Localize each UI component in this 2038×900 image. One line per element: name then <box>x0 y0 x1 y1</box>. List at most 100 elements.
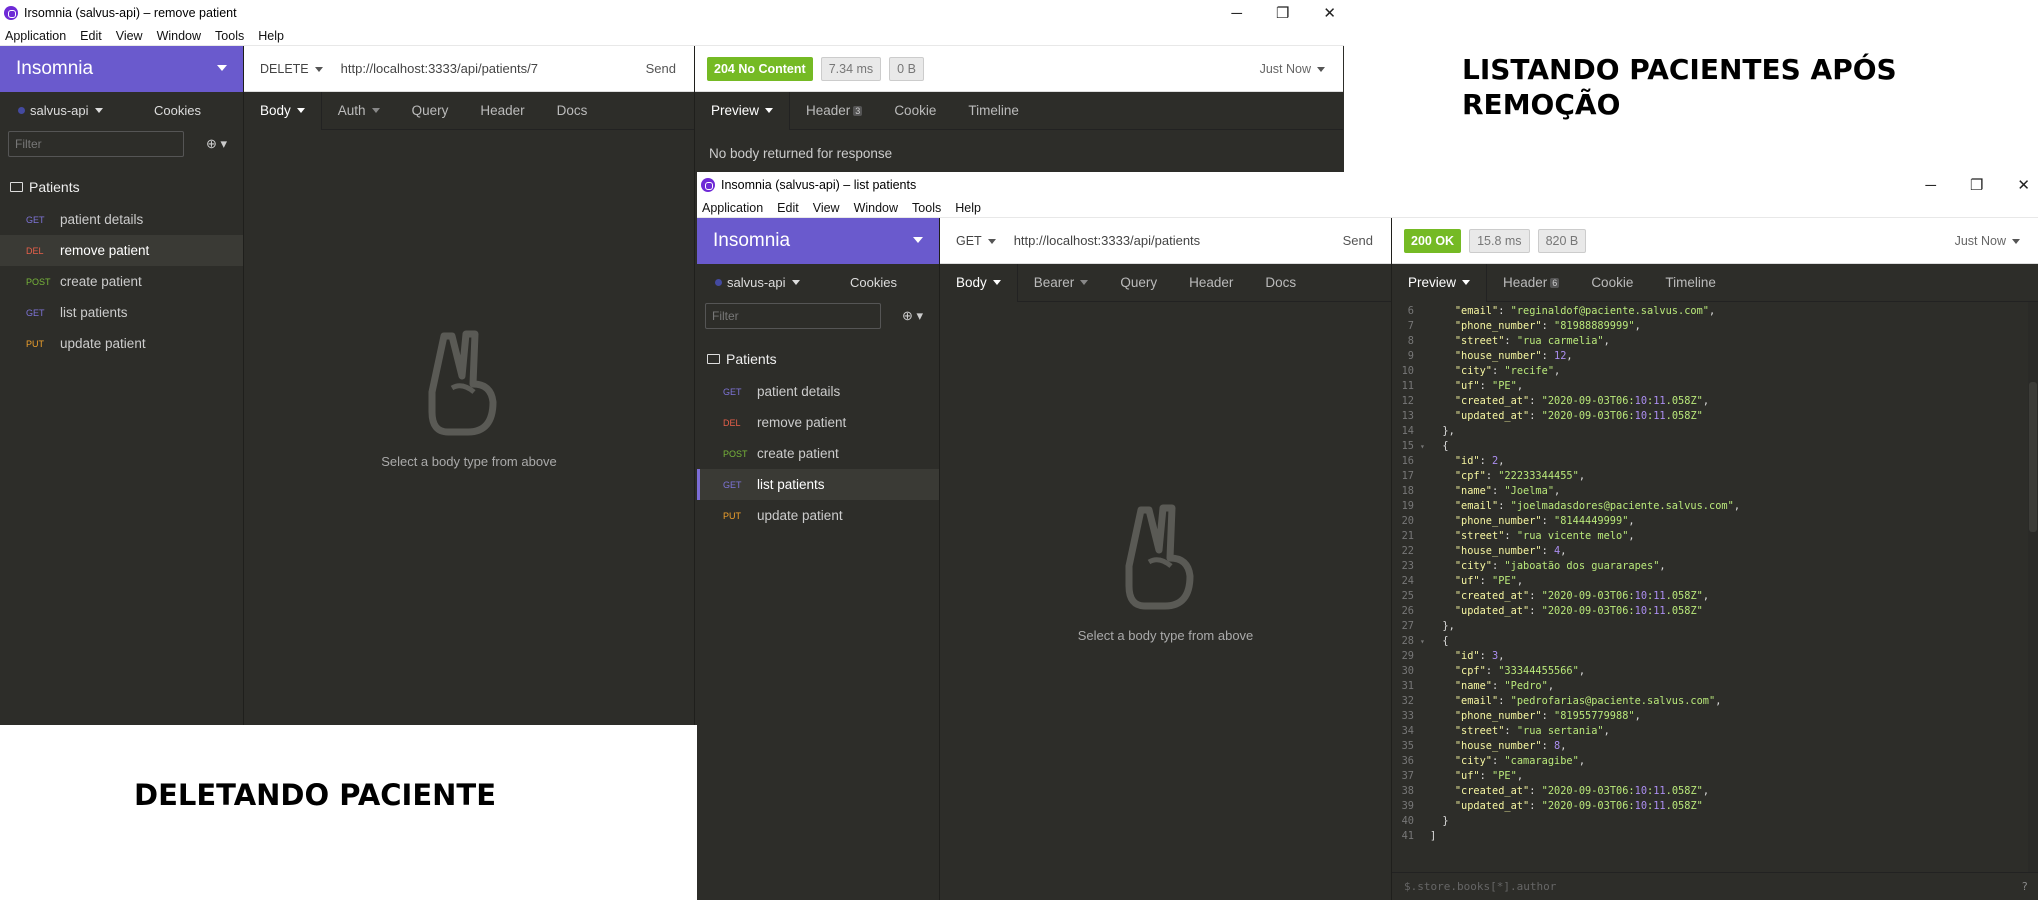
close-icon[interactable]: ✕ <box>2017 176 2030 194</box>
minimize-icon[interactable]: ─ <box>1925 177 1936 194</box>
folder-patients[interactable]: Patients <box>697 342 939 376</box>
json-query-input[interactable]: $.store.books[*].author <box>1404 880 1556 893</box>
cookies-button[interactable]: Cookies <box>154 103 201 118</box>
tab-cookie[interactable]: Cookie <box>1575 264 1649 302</box>
history-dropdown[interactable]: Just Now <box>1260 62 1325 76</box>
tab-header[interactable]: Header 3 <box>790 92 878 130</box>
request-item[interactable]: PUT update patient <box>697 500 939 531</box>
minimize-icon[interactable]: ─ <box>1231 5 1242 22</box>
menu-edit[interactable]: Edit <box>80 29 102 43</box>
tab-query[interactable]: Query <box>1104 264 1173 302</box>
tab-header[interactable]: Header 6 <box>1487 264 1575 302</box>
request-item[interactable]: DEL remove patient <box>0 235 243 266</box>
menu-application[interactable]: Application <box>702 201 763 215</box>
send-button[interactable]: Send <box>1343 233 1373 248</box>
request-item[interactable]: GET patient details <box>697 376 939 407</box>
code-text: }, <box>1430 425 1455 437</box>
url-input[interactable]: http://localhost:3333/api/patients/7 <box>341 61 538 76</box>
history-dropdown[interactable]: Just Now <box>1955 234 2020 248</box>
send-button[interactable]: Send <box>646 61 676 76</box>
menu-tools[interactable]: Tools <box>215 29 244 43</box>
tab-timeline[interactable]: Timeline <box>1649 264 1732 302</box>
count-badge: 6 <box>1550 277 1560 288</box>
scrollbar-thumb[interactable] <box>2029 382 2037 532</box>
add-plus-icon[interactable]: ⊕ ▾ <box>902 308 923 324</box>
help-icon[interactable]: ? <box>2021 880 2028 893</box>
fold-toggle-icon[interactable]: ▾ <box>1420 634 1430 649</box>
fold-toggle-icon <box>1420 559 1430 574</box>
cookies-button[interactable]: Cookies <box>850 275 897 290</box>
scrollbar[interactable] <box>2028 302 2038 872</box>
folder-patients[interactable]: Patients <box>0 170 243 204</box>
url-input[interactable]: http://localhost:3333/api/patients <box>1014 233 1200 248</box>
request-item[interactable]: POST create patient <box>0 266 243 297</box>
tab-header[interactable]: Header <box>1173 264 1249 302</box>
menu-window[interactable]: Window <box>157 29 201 43</box>
tab-docs[interactable]: Docs <box>1249 264 1312 302</box>
close-icon[interactable]: ✕ <box>1323 4 1336 22</box>
menu-help[interactable]: Help <box>258 29 284 43</box>
code-line: 40 } <box>1392 814 2038 829</box>
request-item[interactable]: PUT update patient <box>0 328 243 359</box>
menu-application[interactable]: Application <box>5 29 66 43</box>
tab-query[interactable]: Query <box>396 92 465 130</box>
tab-label: Preview <box>1408 275 1457 290</box>
fold-toggle-icon[interactable]: ▾ <box>1420 439 1430 454</box>
menu-view[interactable]: View <box>116 29 143 43</box>
workspace-dropdown[interactable]: Insomnia <box>697 218 939 264</box>
code-text: "house_number": 12, <box>1454 350 1573 362</box>
environment-row: salvus-api Cookies <box>0 92 243 128</box>
method-dropdown[interactable]: GET <box>956 234 996 248</box>
menubar: Application Edit View Window Tools Help <box>0 26 1344 46</box>
fold-toggle-icon <box>1420 739 1430 754</box>
request-item[interactable]: GET list patients <box>697 469 939 500</box>
method-dropdown[interactable]: DELETE <box>260 62 323 76</box>
json-response-viewer[interactable]: 6 "email": "reginaldof@paciente.salvus.c… <box>1392 302 2038 872</box>
filter-input[interactable] <box>8 131 184 157</box>
tab-bearer[interactable]: Bearer <box>1018 264 1105 302</box>
add-plus-icon[interactable]: ⊕ ▾ <box>206 136 227 152</box>
fold-toggle-icon <box>1420 754 1430 769</box>
code-text: "created_at": "2020-09-03T06:10:11.058Z"… <box>1454 590 1710 602</box>
request-item[interactable]: POST create patient <box>697 438 939 469</box>
fold-toggle-icon <box>1420 784 1430 799</box>
menu-edit[interactable]: Edit <box>777 201 799 215</box>
menu-tools[interactable]: Tools <box>912 201 941 215</box>
tab-body[interactable]: Body <box>940 263 1018 302</box>
environment-selector[interactable]: salvus-api <box>30 103 89 118</box>
code-text: "street": "rua vicente melo", <box>1454 530 1635 542</box>
fold-toggle-icon <box>1420 709 1430 724</box>
request-item[interactable]: GET patient details <box>0 204 243 235</box>
tab-header[interactable]: Header <box>464 92 540 130</box>
filter-input[interactable] <box>705 303 881 329</box>
menu-help[interactable]: Help <box>955 201 981 215</box>
menu-window[interactable]: Window <box>854 201 898 215</box>
workspace-dropdown[interactable]: Insomnia <box>0 46 243 92</box>
tab-cookie[interactable]: Cookie <box>878 92 952 130</box>
tab-body[interactable]: Body <box>244 91 322 130</box>
filter-row: ⊕ ▾ <box>697 300 939 332</box>
line-number: 31 <box>1401 680 1414 692</box>
tab-preview[interactable]: Preview <box>695 91 791 130</box>
code-line: 37 "uf": "PE", <box>1392 769 2038 784</box>
line-number: 38 <box>1401 785 1414 797</box>
fold-toggle-icon <box>1420 424 1430 439</box>
code-text: "uf": "PE", <box>1454 770 1524 782</box>
fold-toggle-icon <box>1420 454 1430 469</box>
tab-docs[interactable]: Docs <box>541 92 604 130</box>
tab-label: Bearer <box>1033 275 1075 290</box>
tab-auth[interactable]: Auth <box>322 92 396 130</box>
menu-view[interactable]: View <box>813 201 840 215</box>
request-item[interactable]: DEL remove patient <box>697 407 939 438</box>
environment-selector[interactable]: salvus-api <box>727 275 786 290</box>
line-number: 17 <box>1401 470 1414 482</box>
request-item[interactable]: GET list patients <box>0 297 243 328</box>
maximize-icon[interactable]: ❐ <box>1276 4 1289 22</box>
tab-preview[interactable]: Preview <box>1392 263 1488 302</box>
line-number: 25 <box>1401 590 1414 602</box>
response-tabs: Preview Header 6 Cookie Timeline <box>1392 263 2038 302</box>
window-title: Irsomnia (salvus-api) – remove patient <box>24 6 237 20</box>
tab-timeline[interactable]: Timeline <box>952 92 1035 130</box>
method-badge: GET <box>26 214 45 225</box>
maximize-icon[interactable]: ❐ <box>1970 176 1983 194</box>
